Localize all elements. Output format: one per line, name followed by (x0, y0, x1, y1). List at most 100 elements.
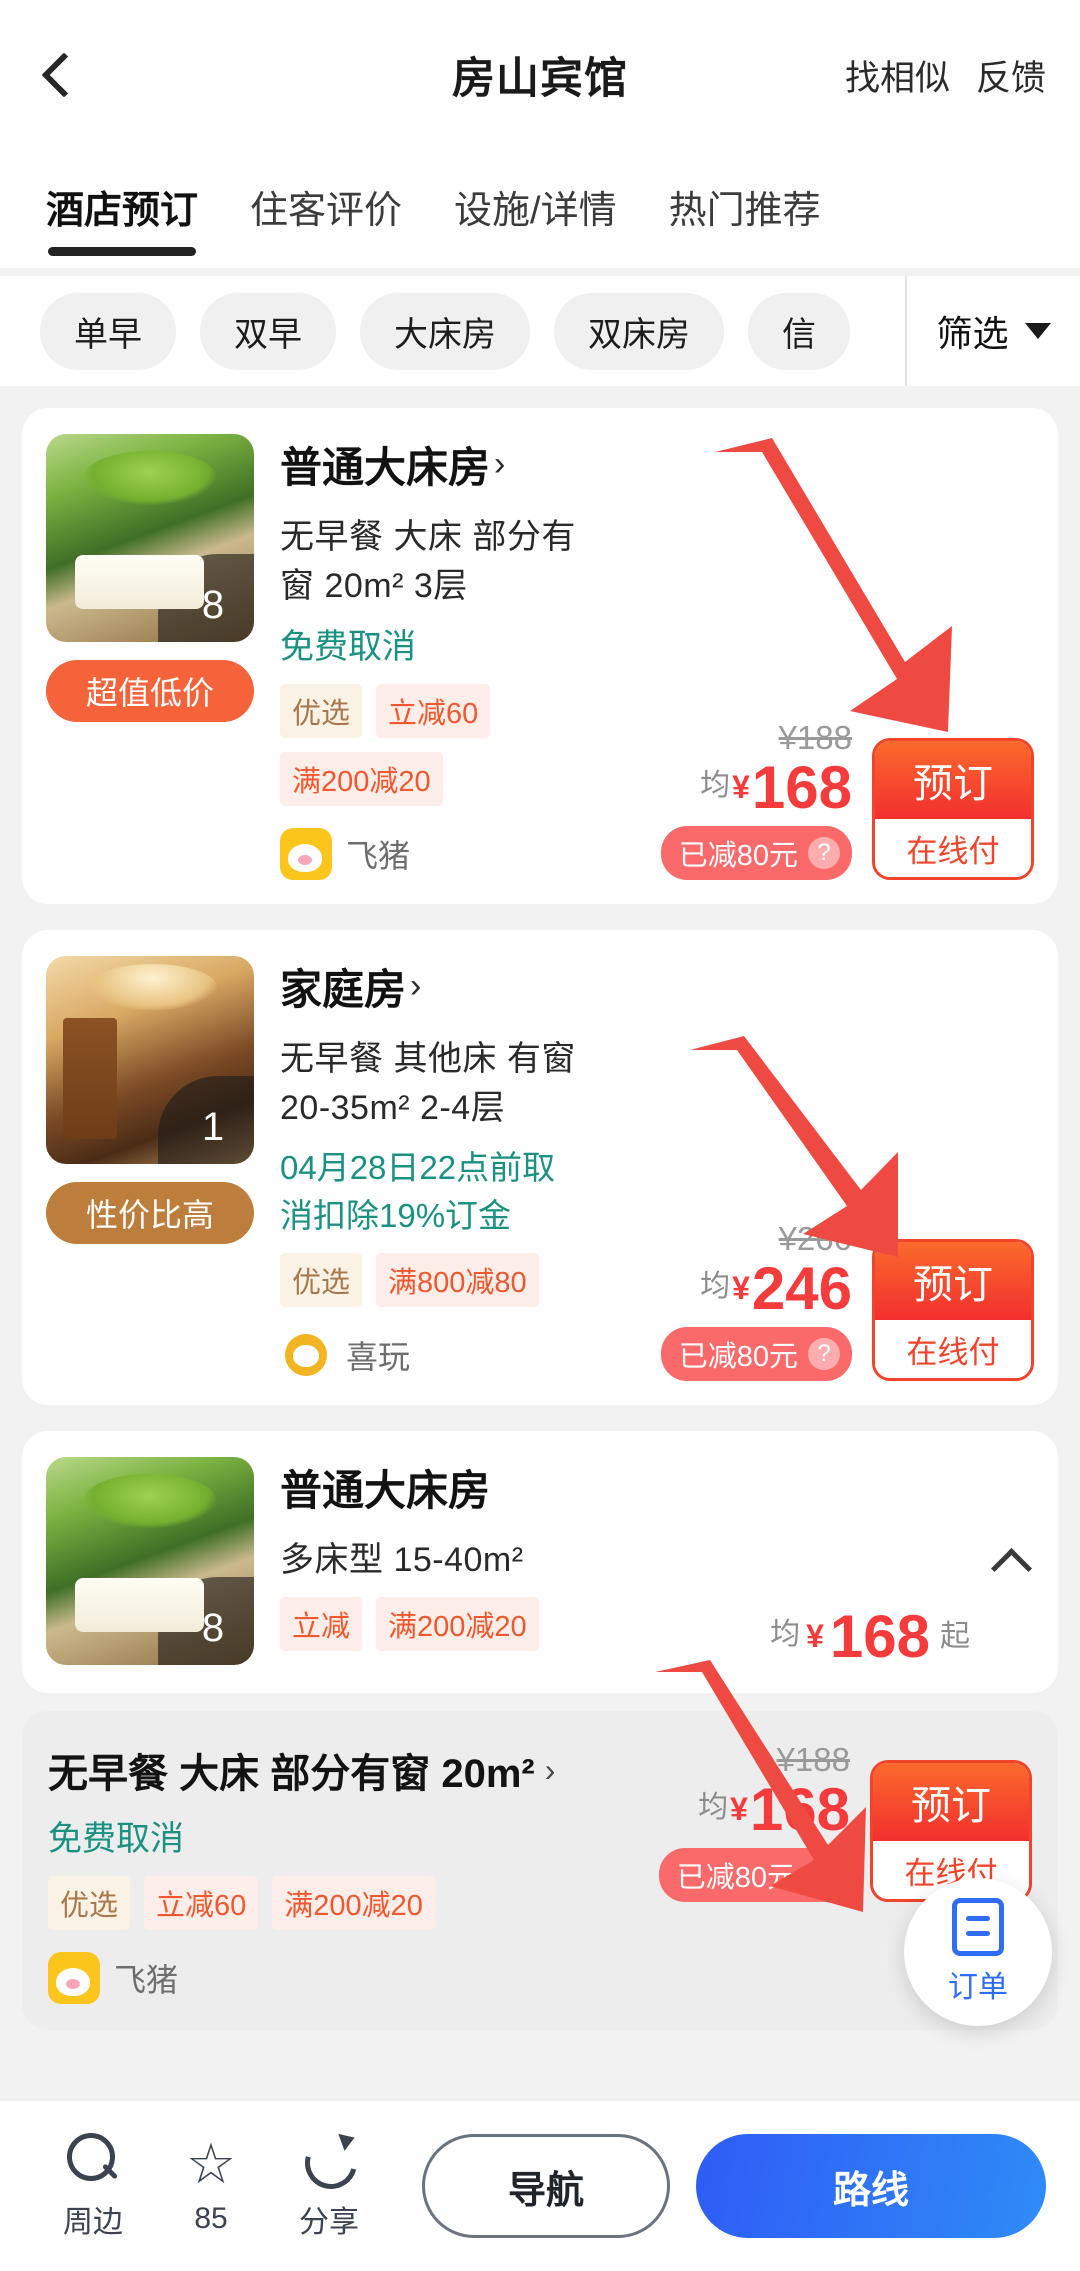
current-price: 均 ¥ 246 (700, 1255, 852, 1322)
tab-booking[interactable]: 酒店预订 (46, 179, 198, 256)
price-and-book: ¥188 均 ¥ 168 已减80元 ? 预订 在线付 (586, 1741, 1032, 1902)
book-button-label: 预订 (873, 1763, 1029, 1842)
promo-tag: 优选 (280, 684, 363, 738)
promo-tag: 满200减20 (280, 752, 443, 806)
filter-chip-credit-stay[interactable]: 信 (748, 292, 850, 370)
filter-button[interactable]: 筛选 (905, 276, 1080, 386)
promo-tag: 立减60 (144, 1876, 259, 1930)
promo-tag: 满200减20 (272, 1876, 435, 1930)
discount-badge[interactable]: 已减80元 ? (658, 1848, 850, 1902)
filter-button-label: 筛选 (936, 313, 1009, 354)
price-column: ¥266 均 ¥ 246 已减80元 ? (588, 1220, 858, 1381)
navigate-button[interactable]: 导航 (422, 2134, 670, 2238)
filter-chip-single-breakfast[interactable]: 单早 (40, 292, 176, 370)
filter-chip-double-breakfast[interactable]: 双早 (200, 292, 336, 370)
room-thumb-column: 8 (46, 1457, 254, 1665)
share-icon (301, 2131, 357, 2187)
order-fab-button[interactable]: 订单 (904, 1878, 1052, 2026)
group-price: 均 ¥ 168 起 (770, 1457, 1034, 1670)
promo-tag: 立减 (280, 1597, 363, 1651)
currency-symbol: ¥ (732, 769, 750, 805)
book-button[interactable]: 预订 在线付 (872, 738, 1034, 880)
room-info: 普通大床房 多床型 15-40m² 立减 满200减20 (254, 1457, 770, 1665)
chevron-right-icon: › (544, 1751, 556, 1788)
room-list: 8 超值低价 普通大床房 › 无早餐 大床 部分有窗 20m² 3层 免费取消 … (0, 386, 1080, 1693)
question-mark-icon[interactable]: ? (808, 1338, 840, 1370)
room-card[interactable]: 1 性价比高 家庭房 › 无早餐 其他床 有窗 20-35m² 2-4层 04月… (22, 930, 1058, 1405)
question-mark-icon[interactable]: ? (808, 837, 840, 869)
feedback-link[interactable]: 反馈 (976, 50, 1046, 101)
favorite-button[interactable]: ☆ 85 (152, 2136, 270, 2236)
discount-badge[interactable]: 已减80元 ? (660, 826, 852, 880)
room-meta: 无早餐 其他床 有窗 20-35m² 2-4层 (280, 1040, 576, 1127)
room-photo[interactable]: 8 (46, 434, 254, 642)
filter-chip-twin-room[interactable]: 双床房 (554, 292, 724, 370)
book-button-label: 预订 (875, 1242, 1031, 1321)
room-meta: 多床型 15-40m² (280, 1541, 524, 1579)
promo-tag: 满800减80 (376, 1253, 539, 1307)
book-button[interactable]: 预订 在线付 (870, 1760, 1032, 1902)
original-price: ¥188 (778, 719, 852, 756)
vendor-name: 飞猪 (346, 838, 411, 874)
chevron-right-icon: › (494, 445, 506, 483)
tab-recommend[interactable]: 热门推荐 (669, 179, 821, 240)
price-prefix: 均 (700, 769, 731, 802)
search-icon (65, 2131, 121, 2187)
tab-reviews[interactable]: 住客评价 (250, 179, 402, 240)
currency-symbol: ¥ (732, 1270, 750, 1306)
discount-badge[interactable]: 已减80元 ? (660, 1327, 852, 1381)
room-group-card[interactable]: 8 普通大床房 多床型 15-40m² 立减 满200减20 均 ¥ 168 起 (22, 1431, 1058, 1693)
rate-title-row[interactable]: 无早餐 大床 部分有窗 20m² › (48, 1741, 586, 1799)
room-title-row[interactable]: 家庭房 › (280, 956, 588, 1017)
current-price: 均 ¥ 168 (700, 754, 852, 821)
room-thumb-column: 8 超值低价 (46, 434, 254, 880)
promo-tag-list: 立减 满200减20 (280, 1597, 770, 1651)
price-column: ¥188 均 ¥ 168 已减80元 ? (586, 1741, 856, 1902)
find-similar-link[interactable]: 找相似 (845, 50, 950, 101)
chevron-up-icon[interactable] (994, 1544, 1028, 1578)
room-card[interactable]: 8 超值低价 普通大床房 › 无早餐 大床 部分有窗 20m² 3层 免费取消 … (22, 408, 1058, 904)
xiwan-logo-icon (280, 1329, 332, 1381)
route-button[interactable]: 路线 (696, 2134, 1046, 2238)
vendor-row: 飞猪 (280, 828, 588, 880)
tab-facilities[interactable]: 设施/详情 (454, 179, 617, 240)
filter-chip-king-room[interactable]: 大床房 (360, 292, 530, 370)
promo-tag-list: 优选 立减60 满200减20 (280, 684, 588, 806)
room-title-row[interactable]: 普通大床房 › (280, 434, 588, 495)
cancellation-policy: 免费取消 (280, 628, 416, 666)
price-column: ¥188 均 ¥ 168 已减80元 ? (588, 719, 858, 880)
discount-text: 已减80元 (678, 1341, 798, 1373)
order-list-icon (952, 1898, 1004, 1956)
room-meta: 无早餐 大床 部分有窗 20m² 3层 (280, 518, 576, 605)
expanded-rate-row[interactable]: 无早餐 大床 部分有窗 20m² › 免费取消 优选 立减60 满200减20 … (22, 1711, 1058, 2030)
book-button[interactable]: 预订 在线付 (872, 1239, 1034, 1381)
vendor-name: 喜玩 (346, 1339, 411, 1375)
filter-bar: 单早 双早 大床房 双床房 信 筛选 (0, 276, 1080, 386)
cancellation-policy: 04月28日22点前取消扣除19%订金 (280, 1149, 556, 1234)
book-button-label: 预订 (875, 741, 1031, 820)
pay-online-label: 在线付 (875, 1320, 1031, 1378)
vendor-row: 飞猪 (48, 1952, 586, 2004)
photo-count-badge: 8 (158, 1577, 254, 1665)
current-price: 均 ¥ 168 (698, 1776, 850, 1843)
price-value: 246 (751, 1255, 852, 1322)
promo-tag-list: 优选 立减60 满200减20 (48, 1876, 586, 1930)
tab-bar: 酒店预订 住客评价 设施/详情 热门推荐 (0, 150, 1080, 268)
room-photo[interactable]: 8 (46, 1457, 254, 1665)
currency-symbol: ¥ (730, 1791, 748, 1827)
price-value: 168 (829, 1603, 930, 1670)
fliggy-logo-icon (48, 1952, 100, 2004)
price-value: 168 (751, 754, 852, 821)
question-mark-icon[interactable]: ? (806, 1859, 838, 1891)
cancellation-policy: 免费取消 (48, 1820, 184, 1858)
room-photo[interactable]: 1 (46, 956, 254, 1164)
original-price: ¥188 (776, 1741, 850, 1778)
nearby-button[interactable]: 周边 (34, 2131, 152, 2241)
star-icon: ☆ (185, 2132, 237, 2195)
promo-tag: 优选 (48, 1876, 131, 1930)
share-button[interactable]: 分享 (270, 2131, 388, 2241)
price-suffix: 起 (940, 1620, 970, 1653)
favorite-count: 85 (194, 2202, 228, 2235)
app-header: 房山宾馆 找相似 反馈 (0, 0, 1080, 150)
price-value: 168 (749, 1776, 850, 1843)
